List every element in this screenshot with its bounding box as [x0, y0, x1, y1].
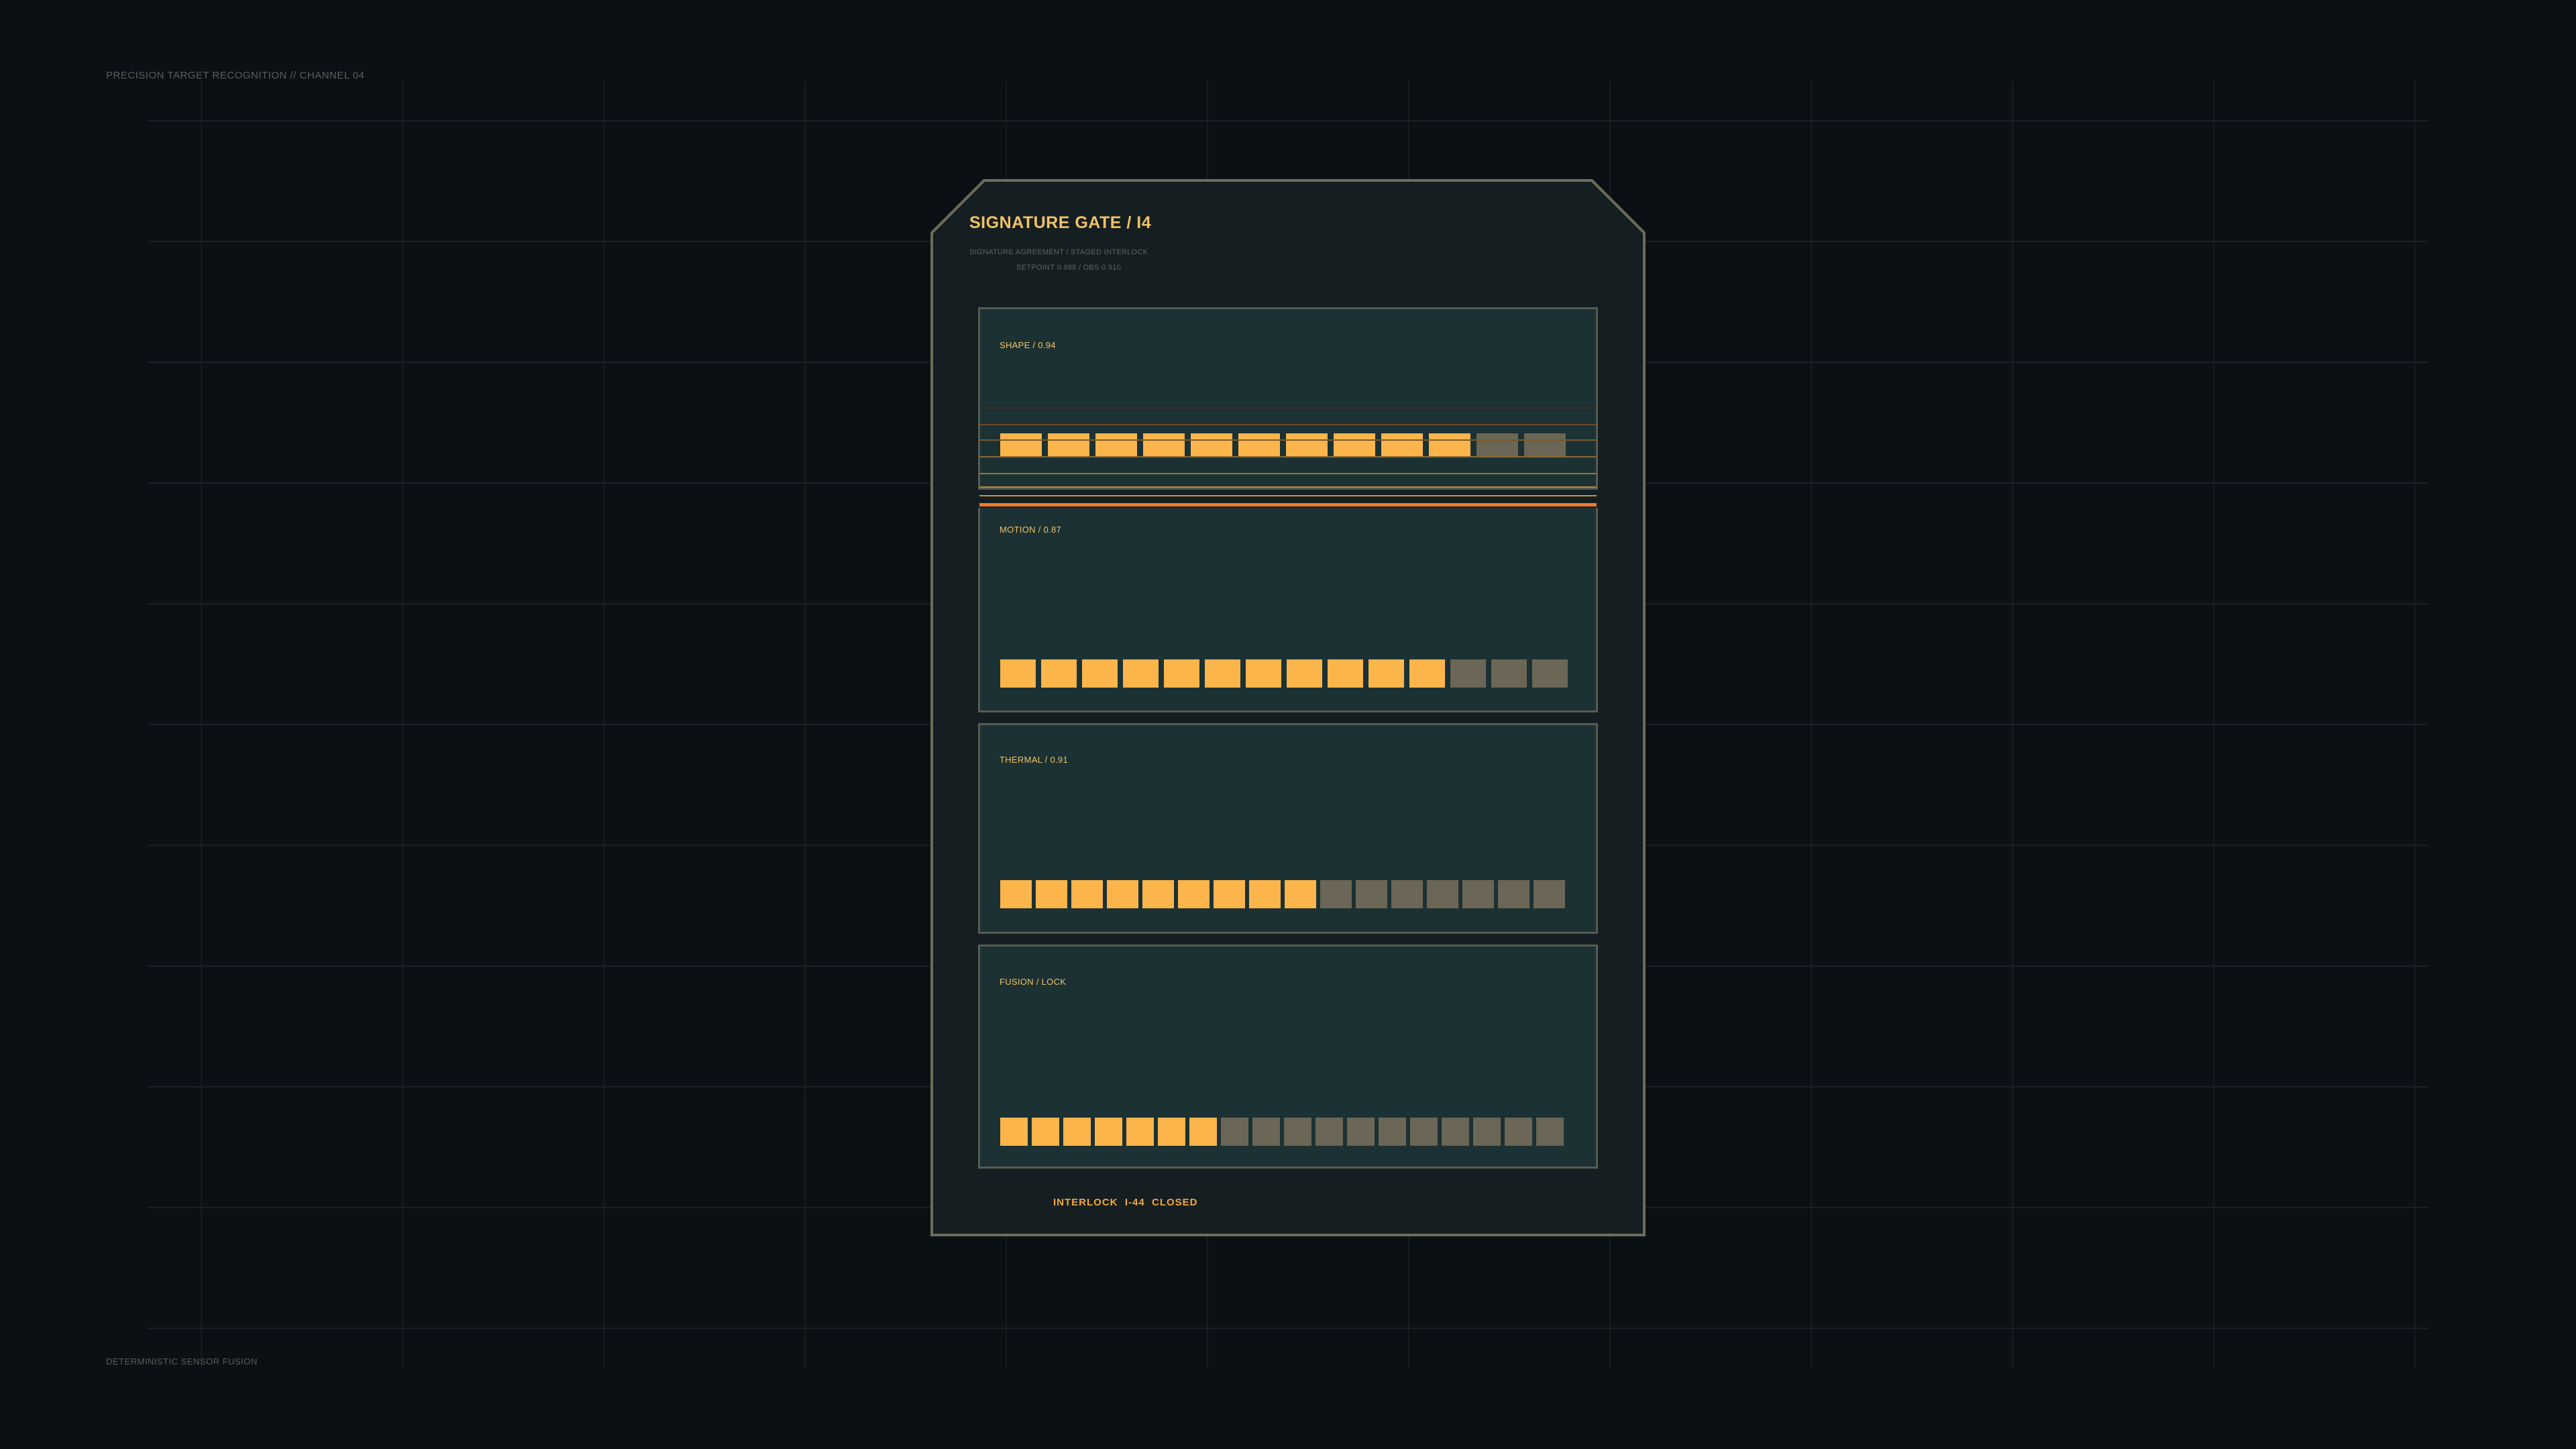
segment-on [1249, 880, 1281, 908]
segment-on [1000, 433, 1042, 458]
segment-on [1429, 433, 1470, 458]
segment-on [1082, 659, 1118, 688]
gate-title: SIGNATURE GATE / I4 [969, 213, 1152, 232]
segment-off [1450, 659, 1486, 688]
segment-on [1041, 659, 1077, 688]
segment-on [1095, 433, 1137, 458]
segment-off [1524, 433, 1566, 458]
sensor-fusion-label: DETERMINISTIC SENSOR FUSION [106, 1356, 258, 1366]
segment-off [1410, 1118, 1438, 1146]
segment-off [1284, 1118, 1311, 1146]
segment-off [1477, 433, 1518, 458]
segment-on [1164, 659, 1199, 688]
segment-on [1036, 880, 1067, 908]
segment-on [1142, 880, 1174, 908]
thermal-segment-bar [1000, 880, 1565, 908]
segment-off [1462, 880, 1494, 908]
scan-line [979, 407, 1597, 409]
segment-on [1285, 880, 1316, 908]
segment-on [1287, 659, 1322, 688]
segment-on [1126, 1118, 1154, 1146]
segment-off [1473, 1118, 1501, 1146]
segment-off [1532, 659, 1568, 688]
segment-off [1320, 880, 1352, 908]
shape-panel-label: SHAPE / 0.94 [1000, 340, 1056, 350]
alert-line [979, 503, 1597, 506]
segment-on [1143, 433, 1185, 458]
segment-on [1048, 433, 1089, 458]
scan-line [979, 424, 1597, 425]
segment-on [1334, 433, 1375, 458]
segment-off [1221, 1118, 1248, 1146]
scan-line [979, 495, 1597, 496]
segment-off [1356, 880, 1387, 908]
segment-on [1063, 1118, 1091, 1146]
thermal-panel-label: THERMAL / 0.91 [1000, 755, 1068, 765]
scan-line [979, 456, 1597, 458]
motion-segment-bar [1000, 659, 1568, 688]
segment-on [1368, 659, 1404, 688]
segment-off [1491, 659, 1527, 688]
segment-on [1189, 1118, 1217, 1146]
channel-label: PRECISION TARGET RECOGNITION // CHANNEL … [106, 70, 365, 81]
segment-on [1123, 659, 1159, 688]
segment-on [1238, 433, 1280, 458]
fusion-panel: FUSION / LOCK [978, 945, 1598, 1169]
segment-on [1381, 433, 1423, 458]
gate-setpoint: SETPOINT 0.988 / OBS 0.910 [1016, 264, 1122, 272]
segment-on [1409, 659, 1445, 688]
segment-off [1252, 1118, 1280, 1146]
scan-line [979, 439, 1597, 441]
segment-off [1316, 1118, 1343, 1146]
segment-on [1000, 1118, 1028, 1146]
segment-off [1536, 1118, 1564, 1146]
segment-on [1286, 433, 1328, 458]
segment-off [1347, 1118, 1375, 1146]
segment-off [1534, 880, 1565, 908]
segment-on [1032, 1118, 1059, 1146]
signature-gate-screen: PRECISION TARGET RECOGNITION // CHANNEL … [0, 0, 2576, 1449]
segment-on [1000, 880, 1032, 908]
gate-subtitle: SIGNATURE AGREEMENT / STAGED INTERLOCK [969, 248, 1148, 256]
segment-off [1427, 880, 1458, 908]
segment-off [1391, 880, 1423, 908]
segment-on [1107, 880, 1138, 908]
segment-on [1191, 433, 1232, 458]
scan-line [979, 473, 1597, 474]
scan-line [979, 486, 1597, 488]
segment-on [1246, 659, 1281, 688]
segment-off [1379, 1118, 1406, 1146]
segment-on [1158, 1118, 1185, 1146]
motion-panel: MOTION / 0.87 [978, 508, 1598, 712]
thermal-panel: THERMAL / 0.91 [978, 723, 1598, 934]
segment-on [1071, 880, 1103, 908]
interlock-status: INTERLOCK I-44 CLOSED [1053, 1197, 1198, 1208]
fusion-segment-bar [1000, 1118, 1564, 1146]
fusion-panel-label: FUSION / LOCK [1000, 977, 1067, 987]
segment-on [1178, 880, 1210, 908]
segment-on [1205, 659, 1240, 688]
segment-on [1095, 1118, 1122, 1146]
segment-on [1000, 659, 1036, 688]
segment-on [1328, 659, 1363, 688]
shape-segment-bar [1000, 433, 1566, 458]
segment-on [1214, 880, 1245, 908]
motion-panel-label: MOTION / 0.87 [1000, 525, 1062, 535]
segment-off [1442, 1118, 1469, 1146]
segment-off [1505, 1118, 1532, 1146]
shape-panel: SHAPE / 0.94 [978, 307, 1598, 490]
segment-off [1498, 880, 1529, 908]
